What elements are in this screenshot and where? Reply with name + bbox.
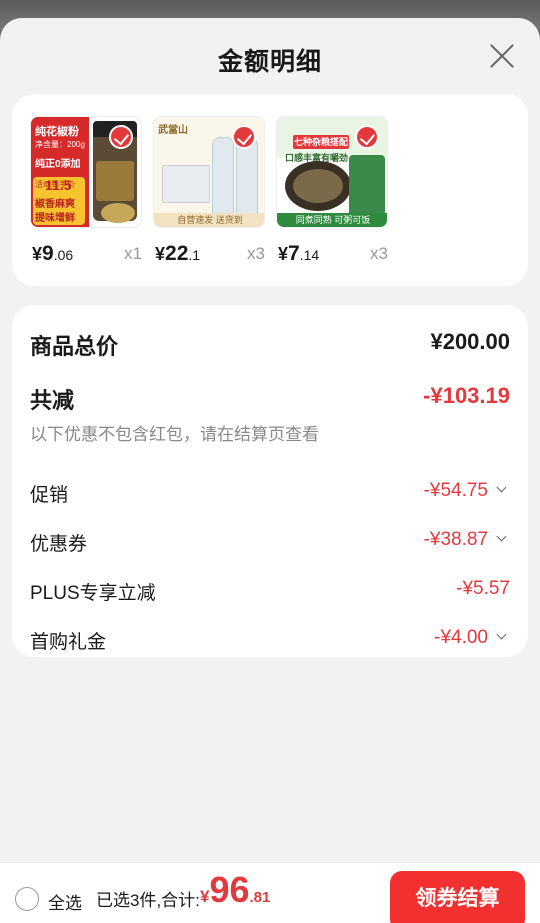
checkmark-icon[interactable] bbox=[109, 125, 133, 149]
product-thumbnail[interactable]: 武當山 自营速发 送货到 bbox=[153, 116, 265, 228]
thumb-text: 纯花椒粉 bbox=[35, 126, 79, 138]
product-quantity: x1 bbox=[124, 244, 142, 263]
total-reduction-label: 共减 bbox=[30, 388, 75, 413]
product-thumbnail[interactable]: 七种杂粮搭配 口感丰富有嚼劲 同煮同熟 可粥可饭 bbox=[276, 116, 388, 228]
total-price-label: 商品总价 bbox=[30, 334, 119, 359]
product-price: ¥22.1 bbox=[155, 242, 200, 266]
product-thumbnail[interactable]: 纯花椒粉 净含量：200g 纯正0添加 活动到手价 11.5 椒香麻爽 提味增鲜 bbox=[30, 116, 142, 228]
sheet-header: 金额明细 bbox=[0, 18, 540, 94]
price-decimal: .14 bbox=[299, 247, 320, 263]
bottle-image bbox=[236, 137, 258, 217]
thumb-text: 11.5 bbox=[45, 177, 72, 193]
thumb-text: 椒香麻爽 bbox=[35, 199, 75, 210]
product-quantity: x3 bbox=[247, 244, 265, 263]
bag-image bbox=[349, 155, 385, 217]
product-price: ¥9.06 bbox=[32, 242, 73, 266]
product-meta: ¥9.06 x1 bbox=[30, 236, 142, 270]
chevron-down-icon[interactable] bbox=[496, 482, 507, 493]
total-integer: 96 bbox=[209, 869, 250, 910]
chevron-down-icon[interactable] bbox=[496, 531, 507, 542]
discount-value: -¥38.87 bbox=[423, 529, 488, 550]
amount-detail-sheet: 金额明细 纯花椒粉 净含量：200g 纯正0添加 活动到手价 11.5 椒香麻爽… bbox=[0, 18, 540, 923]
price-decimal: .1 bbox=[188, 247, 201, 263]
total-decimal: .81 bbox=[249, 889, 271, 906]
checkmark-icon[interactable] bbox=[355, 125, 379, 149]
checkout-bar: 全选 已选3件,合计: ¥96.81 领券结算 bbox=[0, 862, 540, 923]
discount-label: 首购礼金 bbox=[30, 632, 107, 653]
selected-total-label: 已选3件,合计: bbox=[96, 891, 200, 910]
price-decimal: .06 bbox=[53, 247, 74, 263]
discount-label: 促销 bbox=[30, 485, 69, 506]
sheet-title: 金额明细 bbox=[217, 48, 322, 76]
checkmark-icon[interactable] bbox=[232, 125, 256, 149]
price-currency: ¥ bbox=[155, 244, 166, 264]
selected-total-amount: ¥96.81 bbox=[200, 869, 270, 911]
discount-value: -¥4.00 bbox=[434, 627, 488, 648]
price-integer: 22 bbox=[165, 242, 189, 265]
grains-image bbox=[293, 169, 343, 203]
thumb-text: 净含量：200g bbox=[35, 140, 85, 149]
checkout-button[interactable]: 领券结算 bbox=[390, 871, 525, 923]
pack-image bbox=[162, 165, 210, 203]
product-item[interactable]: 武當山 自营速发 送货到 ¥22.1 x3 bbox=[153, 116, 265, 270]
thumb-text: 提味增鲜 bbox=[35, 213, 75, 224]
discount-value: -¥5.57 bbox=[456, 578, 510, 599]
price-currency: ¥ bbox=[278, 244, 289, 264]
discount-note: 以下优惠不包含红包，请在结算页查看 bbox=[30, 425, 319, 444]
thumb-badge: 活动到手价 11.5 椒香麻爽 提味增鲜 bbox=[33, 177, 85, 225]
discount-value: -¥54.75 bbox=[423, 480, 488, 501]
price-currency: ¥ bbox=[32, 244, 43, 264]
product-meta: ¥7.14 x3 bbox=[276, 236, 388, 270]
thumb-banner: 七种杂粮搭配 bbox=[293, 135, 349, 149]
thumb-text: 纯正0添加 bbox=[35, 159, 81, 170]
close-icon[interactable] bbox=[488, 42, 516, 70]
products-card: 纯花椒粉 净含量：200g 纯正0添加 活动到手价 11.5 椒香麻爽 提味增鲜 bbox=[12, 94, 528, 286]
discount-label: 优惠券 bbox=[30, 534, 88, 555]
product-meta: ¥22.1 x3 bbox=[153, 236, 265, 270]
select-all-label[interactable]: 全选 bbox=[48, 889, 82, 914]
jar-label bbox=[96, 161, 134, 201]
product-price: ¥7.14 bbox=[278, 242, 319, 266]
price-summary-card: 商品总价 ¥200.00 共减 -¥103.19 以下优惠不包含红包，请在结算页… bbox=[12, 305, 528, 657]
total-reduction-value: -¥103.19 bbox=[423, 383, 510, 408]
select-all-radio[interactable] bbox=[15, 887, 39, 911]
spoon-image bbox=[101, 203, 135, 223]
brand-logo: 武當山 bbox=[158, 125, 188, 136]
price-integer: 7 bbox=[288, 242, 300, 265]
total-price-value: ¥200.00 bbox=[430, 329, 510, 354]
thumb-footer: 同煮同熟 可粥可饭 bbox=[277, 213, 387, 227]
discount-label: PLUS专享立减 bbox=[30, 583, 156, 604]
price-integer: 9 bbox=[42, 242, 54, 265]
thumb-footer: 自营速发 送货到 bbox=[154, 213, 264, 227]
product-item[interactable]: 纯花椒粉 净含量：200g 纯正0添加 活动到手价 11.5 椒香麻爽 提味增鲜 bbox=[30, 116, 142, 270]
product-item[interactable]: 七种杂粮搭配 口感丰富有嚼劲 同煮同熟 可粥可饭 ¥7.14 x3 bbox=[276, 116, 388, 270]
bottle-image bbox=[212, 137, 234, 217]
product-quantity: x3 bbox=[370, 244, 388, 263]
chevron-down-icon[interactable] bbox=[496, 629, 507, 640]
